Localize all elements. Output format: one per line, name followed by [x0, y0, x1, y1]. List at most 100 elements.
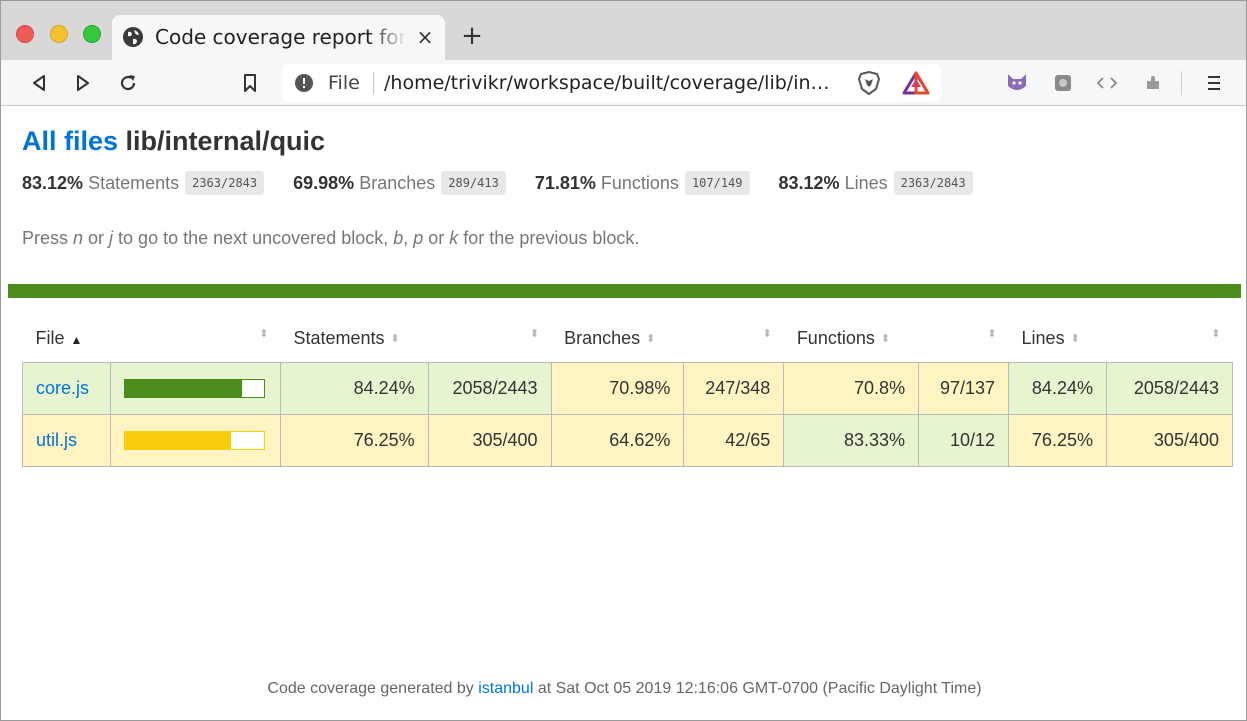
- column-header-functions[interactable]: Functions ⬍ ⬍: [784, 316, 1009, 362]
- browser-window: Code coverage report for lib/internal/qu…: [0, 0, 1247, 721]
- close-window-button[interactable]: [16, 25, 34, 43]
- summary-pct: 71.81%: [534, 172, 596, 193]
- maximize-window-button[interactable]: [83, 25, 101, 43]
- coverage-table: File ▲ ⬍ Statements ⬍ ⬍ Branches ⬍ ⬍ Functi…: [22, 316, 1234, 467]
- coverage-bar: [123, 378, 265, 398]
- extension-button-2[interactable]: [1049, 69, 1077, 97]
- summary-pct: 69.98%: [293, 172, 355, 193]
- coverage-bar-fill: [124, 431, 231, 449]
- extension-button-1[interactable]: [1003, 69, 1031, 97]
- column-header-branches[interactable]: Branches ⬍ ⬍: [551, 316, 784, 362]
- hint-key: n: [73, 228, 84, 248]
- lines-fraction: 2058/2443: [1105, 361, 1234, 415]
- lines-fraction: 305/400: [1105, 413, 1234, 467]
- globe-icon: [123, 27, 143, 47]
- hamburger-menu-icon: [1208, 76, 1220, 90]
- header-label: Functions: [796, 328, 875, 349]
- minimize-window-button[interactable]: [50, 25, 68, 43]
- sort-icon: ⬍: [880, 333, 891, 345]
- summary-statements: 83.12% Statements 2363/2843: [22, 171, 265, 195]
- brave-rewards-icon[interactable]: [902, 71, 930, 95]
- file-cell: core.js: [22, 361, 111, 415]
- browser-toolbar: File /home/trivikr/workspace/built/cover…: [1, 60, 1246, 106]
- address-scheme-label: File: [328, 72, 360, 94]
- header-label: Branches: [564, 328, 641, 349]
- hint-text: ,: [403, 228, 414, 248]
- lines-pct: 84.24%: [1008, 361, 1107, 415]
- summary-pct: 83.12%: [778, 172, 840, 193]
- sort-icon: ⬍: [390, 333, 400, 345]
- reload-button[interactable]: [114, 69, 142, 97]
- sort-icon[interactable]: ⬍: [987, 329, 996, 340]
- active-tab[interactable]: Code coverage report for lib/internal/qu…: [112, 15, 445, 60]
- istanbul-link[interactable]: istanbul: [478, 680, 533, 697]
- sort-icon[interactable]: ⬍: [259, 329, 268, 340]
- column-header-file[interactable]: File ▲ ⬍: [23, 316, 281, 362]
- sort-icon[interactable]: ⬍: [530, 329, 539, 340]
- tab-title: Code coverage report for lib/internal/qu…: [155, 25, 407, 49]
- column-header-statements[interactable]: Statements ⬍ ⬍: [280, 316, 551, 362]
- header-label: Lines: [1021, 328, 1065, 349]
- column-header-lines[interactable]: Lines ⬍ ⬍: [1009, 316, 1233, 362]
- page-title: All files lib/internal/quic: [22, 126, 325, 157]
- functions-fraction: 10/12: [918, 413, 1010, 467]
- puzzle-icon: [1147, 76, 1159, 89]
- bookmark-icon: [244, 74, 256, 92]
- forward-button[interactable]: [69, 69, 97, 97]
- close-tab-icon[interactable]: ×: [415, 25, 435, 49]
- summary-fraction: 2363/2843: [893, 171, 973, 195]
- menu-button[interactable]: [1200, 69, 1228, 97]
- summary-branches: 69.98% Branches 289/413: [293, 171, 506, 195]
- table-header-row: File ▲ ⬍ Statements ⬍ ⬍ Branches ⬍ ⬍ Functi…: [23, 316, 1233, 362]
- summary-fraction: 107/149: [684, 171, 750, 195]
- file-link-core[interactable]: core.js: [36, 378, 89, 398]
- extension-button-3[interactable]: [1093, 69, 1121, 97]
- address-bar[interactable]: File /home/trivikr/workspace/built/cover…: [282, 64, 941, 102]
- summary-functions: 71.81% Functions 107/149: [535, 171, 750, 195]
- summary-fraction: 2363/2843: [185, 171, 265, 195]
- hint-key: b: [393, 228, 404, 248]
- sort-icon[interactable]: ⬍: [763, 329, 772, 340]
- code-icon: [1096, 77, 1118, 89]
- sort-icon[interactable]: ⬍: [1211, 329, 1220, 340]
- extension-button-4[interactable]: [1139, 69, 1167, 97]
- hint-text: or: [83, 228, 110, 248]
- header-label: Statements: [293, 328, 385, 349]
- coverage-bar: [123, 430, 265, 450]
- info-icon[interactable]: [294, 73, 314, 93]
- functions-pct: 83.33%: [783, 413, 920, 467]
- table-row: core.js 84.24% 2058/2443 70.98% 247/348 …: [22, 361, 1234, 415]
- sort-ascending-icon: ▲: [70, 333, 83, 348]
- functions-fraction: 97/137: [918, 361, 1010, 415]
- coverage-status-strip: [8, 284, 1241, 298]
- statements-pct: 76.25%: [279, 413, 429, 467]
- hint-text: or: [423, 228, 450, 248]
- extension-icon: [1055, 75, 1071, 91]
- back-icon: [33, 75, 45, 91]
- sort-icon: ⬍: [646, 333, 656, 345]
- bookmark-button[interactable]: [236, 69, 264, 97]
- forward-icon: [77, 75, 89, 91]
- back-button[interactable]: [25, 69, 53, 97]
- summary-fraction: 289/413: [441, 171, 506, 195]
- address-divider: [373, 72, 374, 94]
- hint-key: p: [413, 228, 424, 248]
- address-url[interactable]: /home/trivikr/workspace/built/coverage/l…: [384, 72, 836, 94]
- hint-key: k: [449, 228, 459, 248]
- footer-prefix: Code coverage generated by: [267, 680, 479, 697]
- directory-path: lib/internal/quic: [125, 126, 326, 156]
- coverage-bar-fill: [124, 379, 243, 397]
- footer-suffix: at Sat Oct 05 2019 12:16:06 GMT-0700 (Pa…: [533, 680, 982, 697]
- branches-fraction: 247/348: [683, 361, 785, 415]
- brave-shields-icon[interactable]: [856, 70, 882, 96]
- branches-pct: 64.62%: [550, 413, 685, 467]
- file-link-util[interactable]: util.js: [36, 430, 77, 450]
- coverage-bar-cell: [109, 413, 281, 467]
- statements-fraction: 2058/2443: [427, 361, 552, 415]
- coverage-bar-cell: [109, 361, 281, 415]
- hint-text: Press: [22, 228, 74, 248]
- all-files-link[interactable]: All files: [22, 126, 118, 156]
- summary-label: Branches: [359, 172, 436, 193]
- new-tab-button[interactable]: +: [461, 23, 483, 49]
- cat-extension-icon: [1008, 74, 1026, 90]
